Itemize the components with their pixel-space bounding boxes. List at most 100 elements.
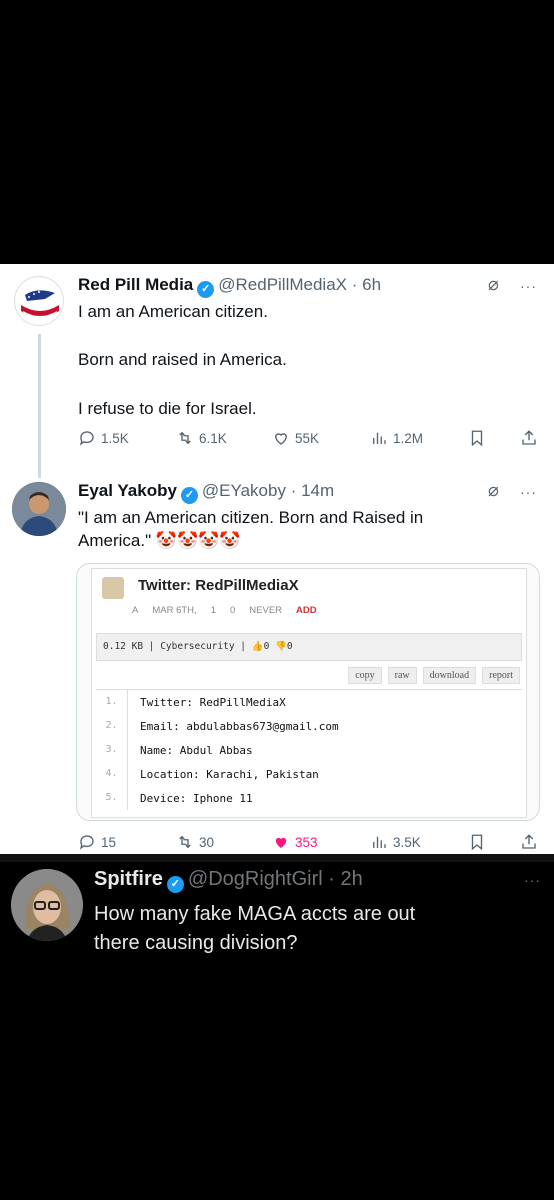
- code-line: 3. Name: Abdul Abbas: [96, 738, 522, 762]
- bookmark-button[interactable]: [468, 833, 486, 851]
- tweet-text-line: I am an American citizen.: [78, 302, 268, 321]
- view-count: 1.2M: [393, 430, 424, 446]
- handle[interactable]: @DogRightGirl: [188, 868, 323, 890]
- meta-date: MAR 6TH,: [152, 605, 197, 616]
- line-text: Name: Abdul Abbas: [140, 743, 253, 757]
- verified-icon: ✓: [180, 487, 198, 504]
- like-icon: [275, 837, 287, 848]
- downvote-count: 0: [286, 641, 293, 652]
- thread-line: [38, 334, 41, 478]
- reply-button[interactable]: 1.5K: [78, 429, 129, 447]
- paste-screenshot: Twitter: RedPillMediaX A MAR 6TH, 1 0 NE…: [91, 568, 527, 818]
- embedded-image[interactable]: Twitter: RedPillMediaX A MAR 6TH, 1 0 NE…: [76, 563, 540, 821]
- avatar[interactable]: [12, 482, 66, 536]
- more-icon[interactable]: ···: [520, 278, 537, 294]
- separator-dot: ·: [322, 868, 341, 890]
- repost-button[interactable]: 6.1K: [176, 429, 227, 447]
- grok-icon[interactable]: ⌀: [488, 274, 499, 295]
- views-icon: [373, 836, 386, 848]
- tweet-text-line: "I am an American citizen. Born and Rais…: [78, 508, 424, 527]
- like-icon: [275, 433, 287, 445]
- line-number: 4.: [96, 762, 128, 786]
- timestamp[interactable]: 2h: [340, 868, 362, 890]
- grok-icon[interactable]: ⌀: [488, 480, 499, 501]
- code-line: 2. Email: abdulabbas673@gmail.com: [96, 714, 522, 738]
- paste-code: 1. Twitter: RedPillMediaX 2. Email: abdula…: [96, 689, 522, 813]
- tweet-header: Spitfire ✓ @DogRightGirl · 2h: [94, 868, 363, 893]
- line-text: Device: Iphone 11: [140, 791, 253, 805]
- paste-buttons: copy raw download report: [348, 667, 520, 684]
- bookmark-icon: [471, 430, 483, 447]
- meta-expire: NEVER: [249, 605, 283, 616]
- report-button: report: [482, 667, 520, 684]
- reply-icon: [79, 835, 94, 850]
- share-icon: [522, 430, 536, 445]
- line-number: 5.: [96, 786, 128, 810]
- reply-count: 1.5K: [101, 430, 129, 446]
- view-count: 3.5K: [393, 834, 421, 850]
- code-line: 5. Device: Iphone 11: [96, 786, 522, 810]
- meta-add: ADD: [296, 605, 317, 616]
- timestamp[interactable]: 6h: [362, 275, 381, 294]
- reply-icon: [79, 431, 94, 446]
- avatar[interactable]: [14, 276, 64, 326]
- meta-user: A: [132, 605, 139, 616]
- handle[interactable]: @EYakoby: [202, 481, 286, 500]
- like-button[interactable]: 353: [272, 833, 318, 851]
- more-icon[interactable]: ···: [520, 484, 537, 500]
- meta-rating: 0: [229, 605, 236, 616]
- share-icon: [522, 834, 536, 849]
- paste-avatar: [102, 577, 124, 599]
- tweet-text-line: Born and raised in America.: [78, 350, 287, 369]
- repost-button[interactable]: 30: [176, 833, 214, 851]
- tweet-text-line-2: America." 🤡🤡🤡🤡: [78, 529, 241, 552]
- display-name[interactable]: Red Pill Media: [78, 275, 193, 294]
- repost-icon: [179, 431, 191, 445]
- tweet-actions: 1.5K 6.1K 55K 1.2M: [78, 429, 538, 451]
- line-text: Twitter: RedPillMediaX: [140, 695, 286, 709]
- repost-icon: [179, 835, 191, 849]
- like-count: 55K: [295, 430, 320, 446]
- paste-meta: A MAR 6TH, 1 0 NEVER ADD: [132, 605, 317, 616]
- tweet-header: Eyal Yakoby ✓ @EYakoby · 14m: [78, 481, 334, 504]
- tweet-text-line: How many fake MAGA accts are out: [94, 903, 416, 925]
- paste-info-bar: 0.12 KB | Cybersecurity | 👍0 👎0: [96, 633, 522, 661]
- tweet-text: America.": [78, 531, 152, 550]
- like-button[interactable]: 55K: [272, 429, 319, 447]
- bookmark-icon: [471, 834, 483, 851]
- line-number: 3.: [96, 738, 128, 762]
- reply-button[interactable]: 15: [78, 833, 116, 851]
- bookmark-button[interactable]: [468, 429, 486, 447]
- more-icon[interactable]: ···: [524, 872, 541, 888]
- handle[interactable]: @RedPillMediaX: [218, 275, 347, 294]
- timestamp[interactable]: 14m: [301, 481, 334, 500]
- code-line: 4. Location: Karachi, Pakistan: [96, 762, 522, 786]
- separator-dot: ·: [347, 275, 363, 294]
- download-button: download: [422, 667, 477, 684]
- line-number: 1.: [96, 690, 128, 714]
- tweet-actions: 15 30 353 3.5K: [78, 833, 538, 855]
- like-count: 353: [295, 834, 318, 850]
- thumbs-down-icon: 👎: [275, 641, 287, 652]
- tweet-header: Red Pill Media ✓ @RedPillMediaX · 6h: [78, 275, 381, 298]
- share-button[interactable]: [520, 429, 538, 447]
- tweet-text-line: there causing division?: [94, 932, 298, 954]
- views-button[interactable]: 1.2M: [370, 429, 423, 447]
- thumbs-up-icon: 👍: [251, 641, 264, 652]
- views-button[interactable]: 3.5K: [370, 833, 421, 851]
- repost-count: 30: [199, 834, 215, 850]
- verified-icon: ✓: [166, 876, 184, 893]
- code-line: 1. Twitter: RedPillMediaX: [96, 690, 522, 714]
- separator-dot: ·: [285, 481, 302, 500]
- line-text: Location: Karachi, Pakistan: [140, 767, 319, 781]
- upvote-count: 0: [263, 641, 270, 652]
- verified-icon: ✓: [197, 281, 215, 298]
- display-name[interactable]: Eyal Yakoby: [78, 481, 177, 500]
- reply-count: 15: [101, 834, 117, 850]
- repost-count: 6.1K: [199, 430, 227, 446]
- tweet-text-line: I refuse to die for Israel.: [78, 399, 257, 418]
- share-button[interactable]: [520, 833, 538, 851]
- display-name[interactable]: Spitfire: [94, 868, 163, 890]
- clown-emoji: 🤡🤡🤡🤡: [155, 531, 241, 550]
- meta-views: 1: [210, 605, 216, 616]
